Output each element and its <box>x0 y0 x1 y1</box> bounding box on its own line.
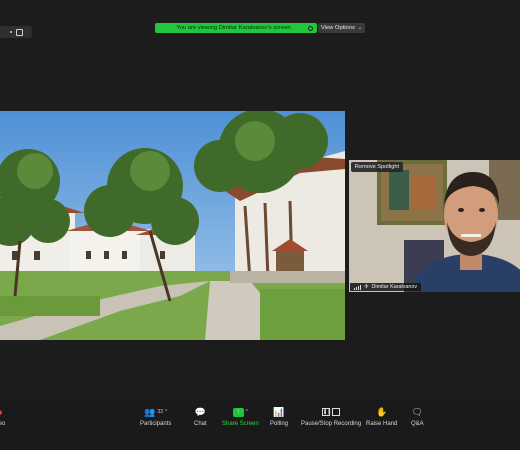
raise-hand-label: Raise Hand <box>366 421 398 427</box>
participants-icon: 👥 <box>144 406 156 417</box>
video-label: ideo <box>0 421 6 427</box>
polling-label: Polling <box>270 421 289 427</box>
raise-hand-button[interactable]: ✋ Raise Hand <box>366 406 398 428</box>
speaker-photo <box>349 160 520 292</box>
chat-button[interactable]: 💬 Chat <box>194 406 207 428</box>
participants-button[interactable]: 👥 33 ^ Participants <box>140 406 172 428</box>
participants-count: 33 <box>157 409 163 415</box>
speaker-name: Dimitar Karalvanov <box>371 284 418 290</box>
chat-icon: 💬 <box>194 406 206 417</box>
courtyard-photo <box>0 111 345 340</box>
meeting-toolbar: ■ ideo 👥 33 ^ Participants 💬 Chat ↑ ^ Sh… <box>0 399 520 450</box>
signal-strength-icon <box>354 284 361 290</box>
more-icon <box>9 31 12 33</box>
qa-label: Q&A <box>411 421 424 427</box>
qa-icon: 🗨 <box>411 406 424 417</box>
chevron-down-icon: ⌄ <box>357 25 363 31</box>
status-dot-icon <box>308 25 313 31</box>
layout-icon <box>15 28 23 36</box>
video-camera-icon: ■ <box>0 408 2 417</box>
stop-icon <box>332 408 341 416</box>
recording-button[interactable]: ❚❚ Pause/Stop Recording <box>301 406 361 427</box>
share-chevron-up-icon[interactable]: ^ <box>246 409 248 415</box>
share-screen-button[interactable]: ↑ ^ Share Screen <box>222 406 259 427</box>
remove-spotlight-button[interactable]: Remove Spotlight <box>351 162 403 172</box>
chat-label: Chat <box>194 421 207 427</box>
share-screen-icon: ↑ <box>232 407 244 417</box>
recording-label: Pause/Stop Recording <box>301 421 362 427</box>
window-controls[interactable] <box>0 26 32 38</box>
video-button[interactable]: ■ ideo <box>0 406 6 428</box>
pin-icon: ✢ <box>364 284 369 290</box>
participants-label: Participants <box>140 421 172 427</box>
view-options-button[interactable]: View Options ⌄ <box>318 23 365 33</box>
banner-text: You are viewing Dimitar Karalvanov's scr… <box>176 25 291 31</box>
shared-screen-video <box>0 111 345 340</box>
remove-spotlight-label: Remove Spotlight <box>354 164 400 170</box>
polling-icon: 📊 <box>273 406 285 417</box>
speaker-video[interactable] <box>349 160 520 292</box>
chevron-up-icon[interactable]: ^ <box>165 409 167 415</box>
view-options-label: View Options <box>320 25 355 31</box>
raise-hand-icon: ✋ <box>376 406 388 417</box>
share-screen-label: Share Screen <box>222 421 259 427</box>
pause-icon: ❚❚ <box>322 408 332 416</box>
speaker-name-tag: ✢ Dimitar Karalvanov <box>350 283 422 291</box>
qa-button[interactable]: 🗨 Q&A <box>411 406 424 428</box>
polling-button[interactable]: 📊 Polling <box>270 406 289 428</box>
screen-share-banner: You are viewing Dimitar Karalvanov's scr… <box>155 23 317 33</box>
